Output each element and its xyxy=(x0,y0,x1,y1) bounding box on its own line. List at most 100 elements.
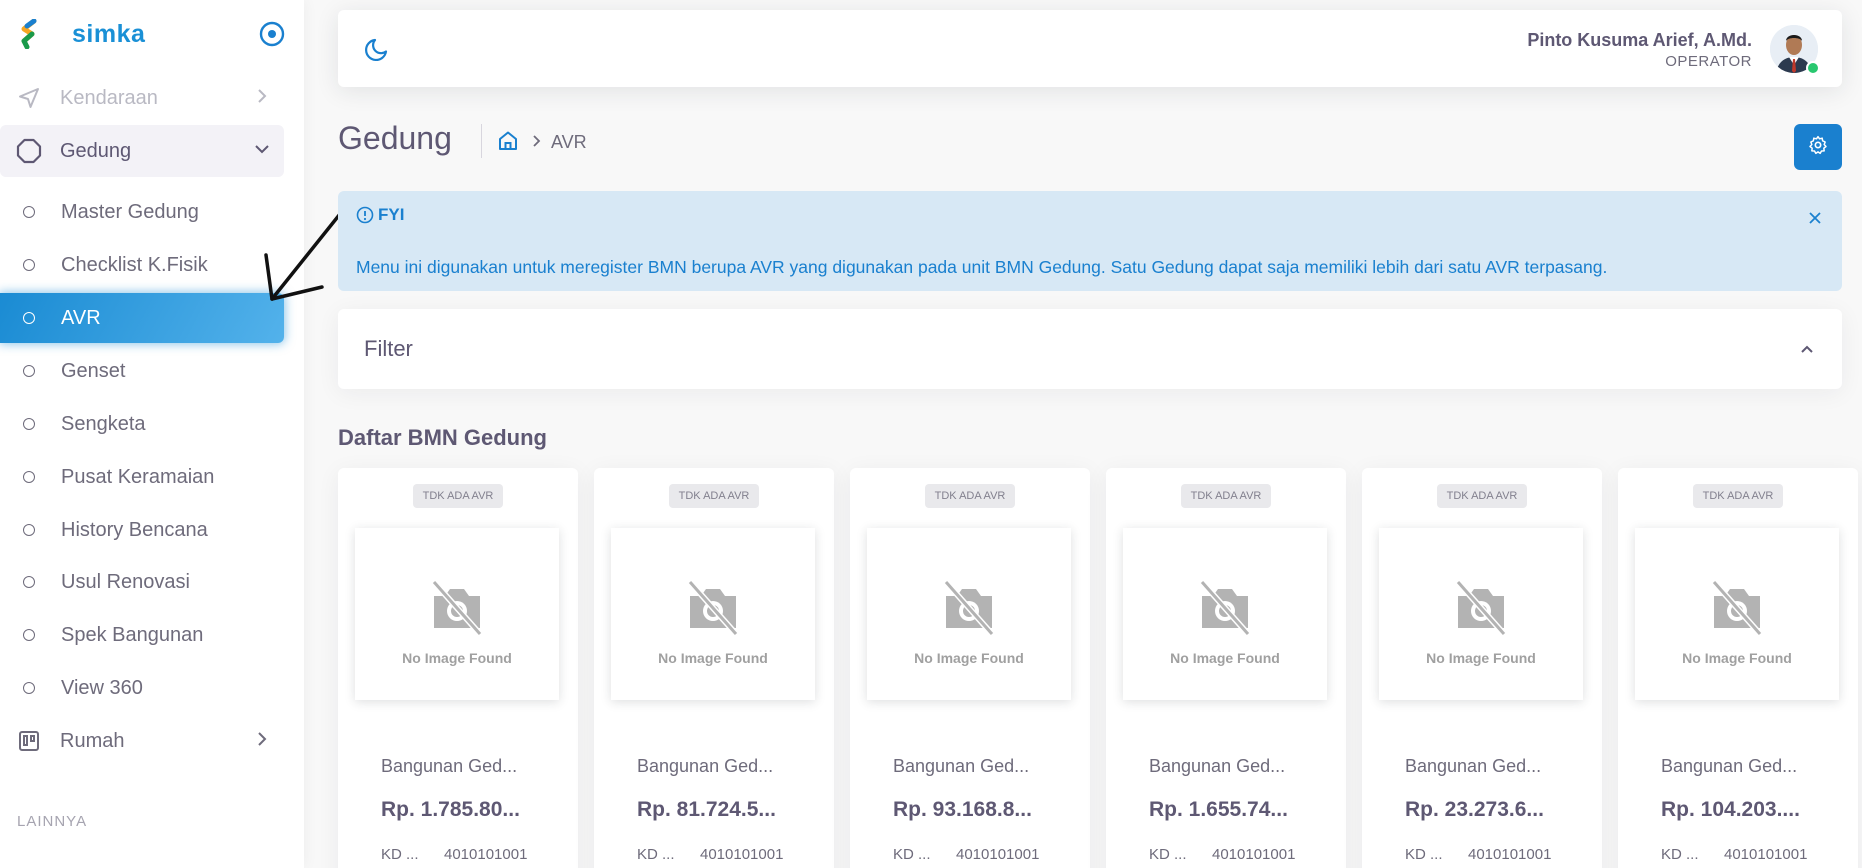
gear-icon xyxy=(1808,135,1828,160)
no-camera-icon xyxy=(1452,580,1510,636)
card-kd-label: KD ... xyxy=(1149,846,1187,863)
user-name[interactable]: Pinto Kusuma Arief, A.Md. xyxy=(1527,30,1752,51)
info-icon xyxy=(356,206,374,224)
bmn-card[interactable]: TDK ADA AVR No Image Found Bangunan Ged.… xyxy=(1618,468,1858,868)
card-code: 4010101001 xyxy=(956,846,1040,863)
status-badge: TDK ADA AVR xyxy=(669,484,759,508)
sidebar-subitem-label: View 360 xyxy=(61,676,143,699)
card-thumbnail: No Image Found xyxy=(1123,528,1327,700)
bmn-card[interactable]: TDK ADA AVR No Image Found Bangunan Ged.… xyxy=(338,468,578,868)
card-thumbnail: No Image Found xyxy=(867,528,1071,700)
card-kd-label: KD ... xyxy=(1661,846,1699,863)
circle-icon xyxy=(23,206,35,218)
no-image-text: No Image Found xyxy=(1682,650,1792,666)
card-kd-label: KD ... xyxy=(381,846,419,863)
sidebar-subitem-label: Pusat Keramaian xyxy=(61,465,215,488)
card-name: Bangunan Ged... xyxy=(1405,756,1542,776)
sidebar: simka Kendaraan Gedung Master Gedung Che… xyxy=(0,0,304,868)
status-badge: TDK ADA AVR xyxy=(1181,484,1271,508)
settings-button[interactable] xyxy=(1794,124,1842,170)
status-badge: TDK ADA AVR xyxy=(1693,484,1783,508)
card-name: Bangunan Ged... xyxy=(1661,756,1798,776)
card-name: Bangunan Ged... xyxy=(893,756,1030,776)
sidebar-subitem-checklist[interactable]: Checklist K.Fisik xyxy=(0,240,284,290)
title-divider xyxy=(481,124,482,158)
sidebar-item-gedung[interactable]: Gedung xyxy=(0,125,284,177)
filter-card[interactable]: Filter xyxy=(338,309,1842,389)
online-status-badge xyxy=(1806,61,1820,75)
status-badge: TDK ADA AVR xyxy=(925,484,1015,508)
bmn-card[interactable]: TDK ADA AVR No Image Found Bangunan Ged.… xyxy=(1362,468,1602,868)
sidebar-subitem-label: Usul Renovasi xyxy=(61,570,190,593)
sidebar-subitem-history-bencana[interactable]: History Bencana xyxy=(0,505,284,555)
chevron-right-icon xyxy=(529,132,545,150)
card-code: 4010101001 xyxy=(1212,846,1296,863)
circle-icon xyxy=(23,418,35,430)
no-image-text: No Image Found xyxy=(914,650,1024,666)
brand-name: simka xyxy=(72,19,146,48)
card-code: 4010101001 xyxy=(1724,846,1808,863)
alert-title: FYI xyxy=(378,205,405,224)
card-kd-label: KD ... xyxy=(637,846,675,863)
chevron-up-icon[interactable] xyxy=(1798,341,1816,359)
card-price: Rp. 1.655.74... xyxy=(1149,798,1288,821)
list-title: Daftar BMN Gedung xyxy=(338,425,547,450)
sidebar-item-label: Rumah xyxy=(60,729,125,752)
circle-icon xyxy=(23,576,35,588)
sidebar-subitem-label: Genset xyxy=(61,359,126,382)
close-icon[interactable] xyxy=(1806,209,1824,227)
bmn-card[interactable]: TDK ADA AVR No Image Found Bangunan Ged.… xyxy=(850,468,1090,868)
sidebar-subitem-label: AVR xyxy=(61,306,101,329)
circle-icon xyxy=(23,524,35,536)
card-name: Bangunan Ged... xyxy=(1149,756,1286,776)
fyi-alert: FYI Menu ini digunakan untuk meregister … xyxy=(338,191,1842,291)
sidebar-item-kendaraan[interactable]: Kendaraan xyxy=(0,72,284,124)
card-kd-label: KD ... xyxy=(1405,846,1443,863)
alert-body: Menu ini digunakan untuk meregister BMN … xyxy=(356,257,1608,277)
no-image-text: No Image Found xyxy=(402,650,512,666)
sidebar-subitem-label: Master Gedung xyxy=(61,200,199,223)
chevron-right-icon xyxy=(252,86,272,106)
circle-icon xyxy=(23,312,35,324)
bmn-card[interactable]: TDK ADA AVR No Image Found Bangunan Ged.… xyxy=(1106,468,1346,868)
status-badge: TDK ADA AVR xyxy=(413,484,503,508)
alert-heading: FYI xyxy=(356,205,404,225)
card-code: 4010101001 xyxy=(700,846,784,863)
no-camera-icon xyxy=(428,580,486,636)
no-image-text: No Image Found xyxy=(658,650,768,666)
sidebar-subitem-view-360[interactable]: View 360 xyxy=(0,663,284,713)
card-thumbnail: No Image Found xyxy=(611,528,815,700)
sidebar-subitem-label: History Bencana xyxy=(61,518,208,541)
card-name: Bangunan Ged... xyxy=(381,756,518,776)
sidebar-subitem-pusat-keramaian[interactable]: Pusat Keramaian xyxy=(0,452,284,502)
no-camera-icon xyxy=(940,580,998,636)
sidebar-subitem-genset[interactable]: Genset xyxy=(0,346,284,396)
sidebar-subitem-spek-bangunan[interactable]: Spek Bangunan xyxy=(0,610,284,660)
breadcrumb-current: AVR xyxy=(551,132,587,152)
bmn-card[interactable]: TDK ADA AVR No Image Found Bangunan Ged.… xyxy=(594,468,834,868)
circle-dot-icon[interactable] xyxy=(258,20,286,48)
sidebar-item-rumah[interactable]: Rumah xyxy=(0,715,284,767)
simka-logo-icon xyxy=(16,18,42,50)
moon-icon[interactable] xyxy=(364,36,390,62)
sidebar-subitem-label: Checklist K.Fisik xyxy=(61,253,208,276)
no-image-text: No Image Found xyxy=(1170,650,1280,666)
card-price: Rp. 1.785.80... xyxy=(381,798,520,821)
sidebar-subitem-avr[interactable]: AVR xyxy=(0,293,284,343)
card-thumbnail: No Image Found xyxy=(1635,528,1839,700)
sidebar-subitem-master-gedung[interactable]: Master Gedung xyxy=(0,187,284,237)
sidebar-subitem-sengketa[interactable]: Sengketa xyxy=(0,399,284,449)
card-code: 4010101001 xyxy=(1468,846,1552,863)
sidebar-subitem-usul-renovasi[interactable]: Usul Renovasi xyxy=(0,557,284,607)
filter-title: Filter xyxy=(364,336,413,361)
brand[interactable]: simka xyxy=(16,16,286,52)
circle-icon xyxy=(23,471,35,483)
octagon-icon xyxy=(16,138,42,164)
user-role: OPERATOR xyxy=(1665,53,1752,70)
home-icon[interactable] xyxy=(497,130,519,152)
circle-icon xyxy=(23,682,35,694)
no-image-text: No Image Found xyxy=(1426,650,1536,666)
no-camera-icon xyxy=(1196,580,1254,636)
page-title: Gedung xyxy=(338,120,452,156)
top-navbar: Pinto Kusuma Arief, A.Md. OPERATOR xyxy=(338,10,1842,87)
